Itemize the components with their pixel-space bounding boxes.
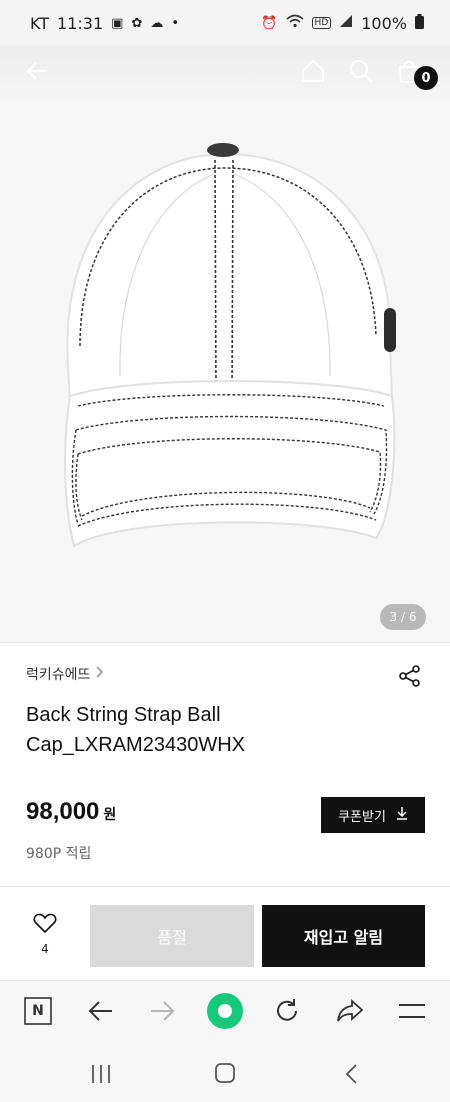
price-value: 98,000	[26, 798, 100, 825]
white-baseball-cap	[64, 143, 396, 548]
coupon-button[interactable]: 쿠폰받기	[321, 797, 425, 833]
back-nav-icon[interactable]	[344, 1063, 358, 1089]
green-dot-icon[interactable]	[207, 993, 243, 1033]
naver-icon[interactable]: N	[24, 997, 52, 1029]
wifi-icon	[286, 14, 304, 32]
alarm-icon: ⏰	[261, 15, 278, 31]
status-left: KT 11:31 ▣ ✿ ☁ •	[30, 14, 179, 33]
brand-link[interactable]: 럭키슈에뜨	[26, 664, 104, 684]
status-right: ⏰ HD 100%	[261, 13, 424, 33]
forward-icon[interactable]	[148, 999, 176, 1027]
restock-alert-button[interactable]: 재입고 알림	[262, 905, 425, 967]
cloud-icon: ☁	[150, 15, 164, 31]
wishlist-button[interactable]: 4	[24, 912, 66, 966]
dot-icon: •	[171, 15, 180, 31]
divider	[0, 886, 450, 887]
image-pager: 3 / 6	[380, 604, 426, 630]
cart-count-badge: 0	[414, 66, 438, 90]
divider	[0, 642, 450, 643]
clock: 11:31	[57, 13, 104, 33]
back-icon[interactable]	[87, 999, 115, 1027]
wish-count: 4	[41, 942, 49, 956]
product-image-carousel[interactable]: 0 3 / 6	[0, 46, 450, 642]
app-icon: ✿	[131, 15, 143, 31]
product-title: Back String Strap Ball Cap_LXRAM23430WHX	[26, 704, 245, 756]
back-arrow-icon[interactable]	[24, 58, 50, 88]
heart-icon	[33, 912, 57, 938]
chevron-right-icon	[96, 666, 104, 682]
soldout-button: 품절	[90, 905, 254, 967]
recents-icon[interactable]	[90, 1064, 112, 1088]
hd-icon: HD	[311, 17, 332, 29]
browser-toolbar: N	[0, 980, 450, 1045]
signal-icon	[339, 14, 353, 32]
coupon-button-label: 쿠폰받기	[338, 809, 386, 825]
home-button-icon[interactable]	[214, 1062, 236, 1088]
carrier-label: KT	[30, 13, 50, 33]
refresh-icon[interactable]	[273, 997, 301, 1029]
battery-percent: 100%	[361, 13, 407, 33]
naver-label: N	[32, 1003, 44, 1019]
battery-icon	[415, 13, 424, 33]
system-navigation-bar	[0, 1044, 450, 1102]
search-icon[interactable]	[348, 58, 374, 88]
brand-name: 럭키슈에뜨	[26, 667, 91, 683]
share-icon[interactable]	[398, 664, 422, 692]
price: 98,000 원	[26, 798, 116, 826]
download-icon	[396, 806, 408, 824]
status-bar: KT 11:31 ▣ ✿ ☁ • ⏰ HD 100%	[0, 0, 450, 46]
gallery-icon: ▣	[111, 15, 124, 31]
points-info: 980P 적립	[26, 846, 92, 862]
share-arrow-icon[interactable]	[336, 998, 364, 1028]
price-currency: 원	[103, 807, 117, 823]
home-icon[interactable]	[300, 58, 326, 88]
menu-icon[interactable]	[398, 1001, 426, 1025]
